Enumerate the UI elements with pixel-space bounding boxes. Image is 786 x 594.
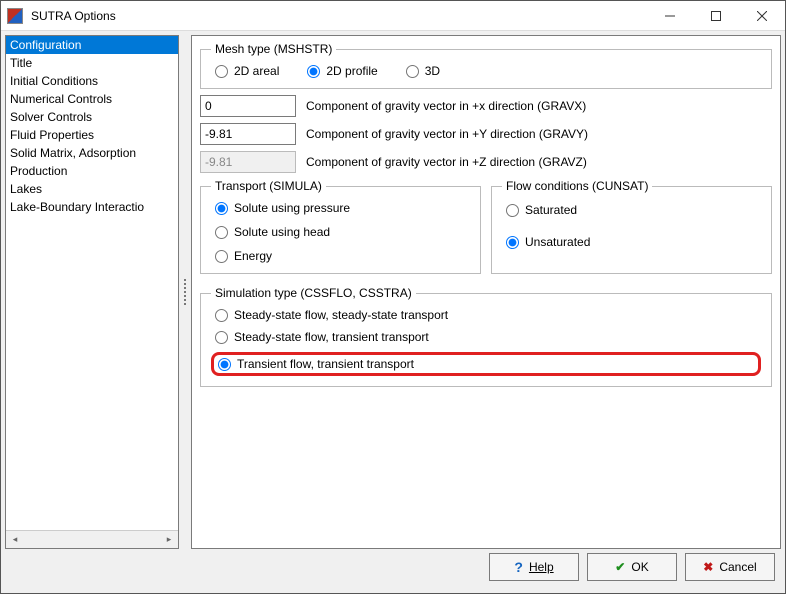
cancel-icon: ✖ bbox=[703, 560, 713, 574]
close-button[interactable] bbox=[739, 1, 785, 31]
help-button[interactable]: ? Help bbox=[489, 553, 579, 581]
sidebar-item-lake-boundary[interactable]: Lake-Boundary Interactio bbox=[6, 198, 178, 216]
gravity-x-row: Component of gravity vector in +x direct… bbox=[200, 95, 772, 117]
close-icon bbox=[757, 11, 767, 21]
category-list[interactable]: Configuration Title Initial Conditions N… bbox=[6, 36, 178, 530]
transport-group: Transport (SIMULA) Solute using pressure… bbox=[200, 179, 481, 274]
sidebar-item-production[interactable]: Production bbox=[6, 162, 178, 180]
check-icon: ✔ bbox=[615, 560, 625, 574]
simtype-steady-transient-radio[interactable]: Steady-state flow, transient transport bbox=[215, 330, 761, 344]
sidebar-horizontal-scrollbar[interactable]: ◂ ▸ bbox=[6, 530, 178, 548]
splitter-handle[interactable] bbox=[179, 35, 191, 549]
flow-legend: Flow conditions (CUNSAT) bbox=[502, 179, 652, 193]
titlebar: SUTRA Options bbox=[1, 1, 785, 31]
sidebar-item-initial-conditions[interactable]: Initial Conditions bbox=[6, 72, 178, 90]
mesh-3d-radio[interactable]: 3D bbox=[406, 64, 440, 78]
sidebar-item-solver-controls[interactable]: Solver Controls bbox=[6, 108, 178, 126]
flow-conditions-group: Flow conditions (CUNSAT) Saturated Unsat… bbox=[491, 179, 772, 274]
simtype-highlight: Transient flow, transient transport bbox=[211, 352, 761, 376]
gravity-x-label: Component of gravity vector in +x direct… bbox=[306, 99, 772, 113]
gravity-z-input bbox=[200, 151, 296, 173]
gravity-x-input[interactable] bbox=[200, 95, 296, 117]
gravity-z-label: Component of gravity vector in +Z direct… bbox=[306, 155, 772, 169]
gravity-y-row: Component of gravity vector in +Y direct… bbox=[200, 123, 772, 145]
gravity-y-input[interactable] bbox=[200, 123, 296, 145]
dialog-footer: ? Help ✔ OK ✖ Cancel bbox=[1, 549, 785, 593]
transport-solute-pressure-radio[interactable]: Solute using pressure bbox=[215, 201, 470, 215]
simulation-type-group: Simulation type (CSSFLO, CSSTRA) Steady-… bbox=[200, 286, 772, 387]
configuration-panel: Mesh type (MSHSTR) 2D areal 2D profile 3… bbox=[191, 35, 781, 549]
mesh-2d-areal-radio[interactable]: 2D areal bbox=[215, 64, 279, 78]
app-icon bbox=[7, 8, 23, 24]
scroll-right-icon[interactable]: ▸ bbox=[160, 531, 178, 548]
minimize-button[interactable] bbox=[647, 1, 693, 31]
transport-solute-head-radio[interactable]: Solute using head bbox=[215, 225, 470, 239]
simtype-transient-transient-radio[interactable]: Transient flow, transient transport bbox=[218, 357, 414, 371]
category-sidebar: Configuration Title Initial Conditions N… bbox=[5, 35, 179, 549]
sidebar-item-title[interactable]: Title bbox=[6, 54, 178, 72]
sidebar-item-solid-matrix[interactable]: Solid Matrix, Adsorption bbox=[6, 144, 178, 162]
flow-unsaturated-radio[interactable]: Unsaturated bbox=[506, 235, 761, 249]
mesh-type-legend: Mesh type (MSHSTR) bbox=[211, 42, 336, 56]
help-icon: ? bbox=[514, 559, 523, 575]
simtype-steady-steady-radio[interactable]: Steady-state flow, steady-state transpor… bbox=[215, 308, 761, 322]
gravity-z-row: Component of gravity vector in +Z direct… bbox=[200, 151, 772, 173]
sidebar-item-lakes[interactable]: Lakes bbox=[6, 180, 178, 198]
transport-legend: Transport (SIMULA) bbox=[211, 179, 326, 193]
scroll-left-icon[interactable]: ◂ bbox=[6, 531, 24, 548]
maximize-icon bbox=[711, 11, 721, 21]
window-title: SUTRA Options bbox=[31, 9, 116, 23]
ok-button[interactable]: ✔ OK bbox=[587, 553, 677, 581]
transport-energy-radio[interactable]: Energy bbox=[215, 249, 470, 263]
mesh-type-group: Mesh type (MSHSTR) 2D areal 2D profile 3… bbox=[200, 42, 772, 89]
minimize-icon bbox=[665, 11, 675, 21]
sidebar-item-fluid-properties[interactable]: Fluid Properties bbox=[6, 126, 178, 144]
mesh-2d-profile-radio[interactable]: 2D profile bbox=[307, 64, 377, 78]
sutra-options-dialog: SUTRA Options Configuration Title Initia… bbox=[0, 0, 786, 594]
grip-icon bbox=[184, 279, 186, 305]
sidebar-item-numerical-controls[interactable]: Numerical Controls bbox=[6, 90, 178, 108]
sidebar-item-configuration[interactable]: Configuration bbox=[6, 36, 178, 54]
maximize-button[interactable] bbox=[693, 1, 739, 31]
cancel-button[interactable]: ✖ Cancel bbox=[685, 553, 775, 581]
gravity-y-label: Component of gravity vector in +Y direct… bbox=[306, 127, 772, 141]
flow-saturated-radio[interactable]: Saturated bbox=[506, 203, 761, 217]
simtype-legend: Simulation type (CSSFLO, CSSTRA) bbox=[211, 286, 416, 300]
